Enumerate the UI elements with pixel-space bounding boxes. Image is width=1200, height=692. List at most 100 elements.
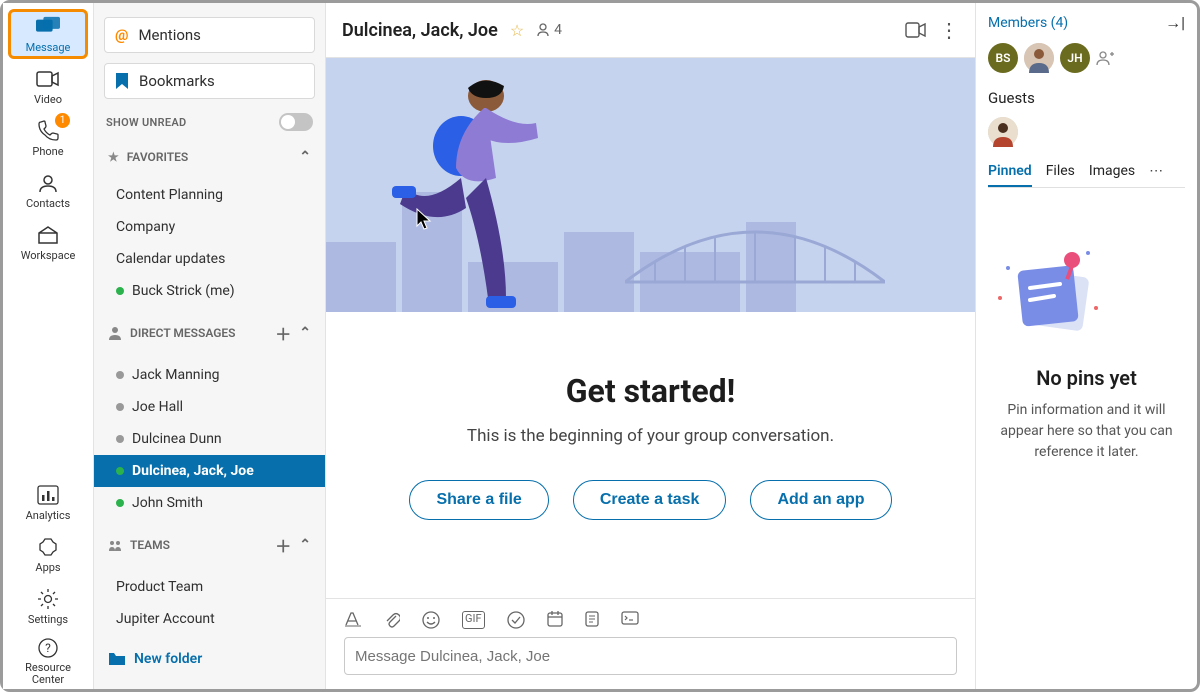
guests-title: Guests [988,89,1185,107]
rail-label: Analytics [26,509,71,522]
rail-label: Workspace [21,249,76,262]
task-icon[interactable] [507,611,525,629]
analytics-icon [36,483,60,507]
contacts-icon [36,171,60,195]
new-folder-button[interactable]: New folder [104,645,315,673]
svg-text:?: ? [45,641,51,655]
rail-item-apps[interactable]: Apps [8,529,88,579]
details-panel: Members (4) →| BS JH Guests Pinned Files… [975,3,1197,689]
rail-label: Phone [32,145,63,158]
list-item-selected[interactable]: Dulcinea, Jack, Joe [94,455,325,487]
show-unread-row: SHOW UNREAD [104,109,315,135]
list-item[interactable]: Jupiter Account [104,603,315,635]
section-teams: TEAMS ＋ ⌃ [104,529,315,561]
pins-empty-state: No pins yet Pin information and it will … [988,198,1185,463]
presence-dot [116,435,124,443]
mentions-link[interactable]: @ Mentions [104,17,315,53]
pins-empty-title: No pins yet [988,366,1185,390]
more-icon[interactable]: ⋮ [939,18,959,42]
teams-title: TEAMS [130,538,170,552]
start-video-icon[interactable] [905,22,927,38]
rail-item-phone[interactable]: 1 Phone [8,113,88,163]
list-item[interactable]: Dulcinea Dunn [104,423,315,455]
list-item[interactable]: Joe Hall [104,391,315,423]
rail-item-video[interactable]: Video [8,61,88,111]
rail-item-resource-center[interactable]: ? Resource Center [8,633,88,689]
list-item[interactable]: Buck Strick (me) [104,275,315,307]
list-item[interactable]: Content Planning [104,179,315,211]
gear-icon [36,587,60,611]
get-started: Get started! This is the beginning of yo… [326,312,975,598]
collapse-panel-icon[interactable]: →| [1165,13,1185,33]
cursor-icon [416,208,432,230]
code-icon[interactable] [621,611,639,629]
list-item[interactable]: Calendar updates [104,243,315,275]
at-icon: @ [115,26,128,44]
avatar[interactable] [1024,43,1054,73]
member-avatars: BS JH [988,43,1185,73]
note-icon[interactable] [585,611,599,629]
favorites-list: Content Planning Company Calendar update… [104,179,315,307]
person-icon [108,326,122,340]
rail-item-analytics[interactable]: Analytics [8,477,88,527]
rail-item-settings[interactable]: Settings [8,581,88,631]
chevron-up-icon[interactable]: ⌃ [299,325,311,341]
avatar[interactable]: JH [1060,43,1090,73]
share-file-button[interactable]: Share a file [409,480,548,520]
conversation-list: @ Mentions Bookmarks SHOW UNREAD ★ FAVOR… [94,3,326,689]
avatar[interactable]: BS [988,43,1018,73]
add-member-icon[interactable] [1096,50,1114,66]
bookmark-icon [115,72,129,90]
star-icon: ★ [108,150,119,164]
conversation-title: Dulcinea, Jack, Joe [342,20,498,41]
conversation-main: Dulcinea, Jack, Joe ☆ 4 ⋮ [326,3,975,689]
create-task-button[interactable]: Create a task [573,480,727,520]
video-icon [36,67,60,91]
folder-icon [108,652,126,666]
gif-icon[interactable]: GIF [462,611,485,629]
calendar-icon[interactable] [547,611,563,629]
participant-count[interactable]: 4 [536,22,562,38]
message-icon [36,15,60,39]
rail-label: Resource Center [8,662,88,686]
bookmarks-link[interactable]: Bookmarks [104,63,315,99]
chevron-up-icon[interactable]: ⌃ [299,149,311,165]
dm-list: Jack Manning Joe Hall Dulcinea Dunn Dulc… [104,359,315,519]
tab-images[interactable]: Images [1089,157,1135,187]
show-unread-label: SHOW UNREAD [106,116,186,129]
list-item[interactable]: John Smith [104,487,315,519]
rail-item-workspace[interactable]: Workspace [8,217,88,267]
guest-avatar[interactable] [988,117,1018,147]
font-icon[interactable] [344,611,362,629]
tab-more-icon[interactable]: ⋯ [1149,157,1163,187]
add-team-button[interactable]: ＋ [275,533,291,557]
presence-dot [116,499,124,507]
rail-label: Message [26,41,71,54]
rail-item-contacts[interactable]: Contacts [8,165,88,215]
message-input[interactable] [344,637,957,675]
list-item[interactable]: Company [104,211,315,243]
star-outline-icon[interactable]: ☆ [510,21,524,40]
get-started-title: Get started! [356,372,945,410]
show-unread-toggle[interactable] [279,113,313,131]
presence-dot [116,403,124,411]
dm-title: DIRECT MESSAGES [130,326,236,340]
bookmarks-label: Bookmarks [139,72,215,90]
attach-icon[interactable] [384,611,400,629]
emoji-icon[interactable] [422,611,440,629]
members-link[interactable]: Members (4) [988,15,1068,31]
rail-label: Settings [28,613,68,626]
section-direct-messages: DIRECT MESSAGES ＋ ⌃ [104,317,315,349]
chevron-up-icon[interactable]: ⌃ [299,537,311,553]
rail-item-message[interactable]: Message [8,9,88,59]
add-dm-button[interactable]: ＋ [275,321,291,345]
add-app-button[interactable]: Add an app [750,480,891,520]
list-item[interactable]: Product Team [104,571,315,603]
rail-label: Contacts [26,197,70,210]
tab-files[interactable]: Files [1046,157,1075,187]
rail-label: Apps [35,561,60,574]
details-tabs: Pinned Files Images ⋯ [988,157,1185,188]
list-item[interactable]: Jack Manning [104,359,315,391]
tab-pinned[interactable]: Pinned [988,157,1032,187]
conversation-header: Dulcinea, Jack, Joe ☆ 4 ⋮ [326,3,975,58]
